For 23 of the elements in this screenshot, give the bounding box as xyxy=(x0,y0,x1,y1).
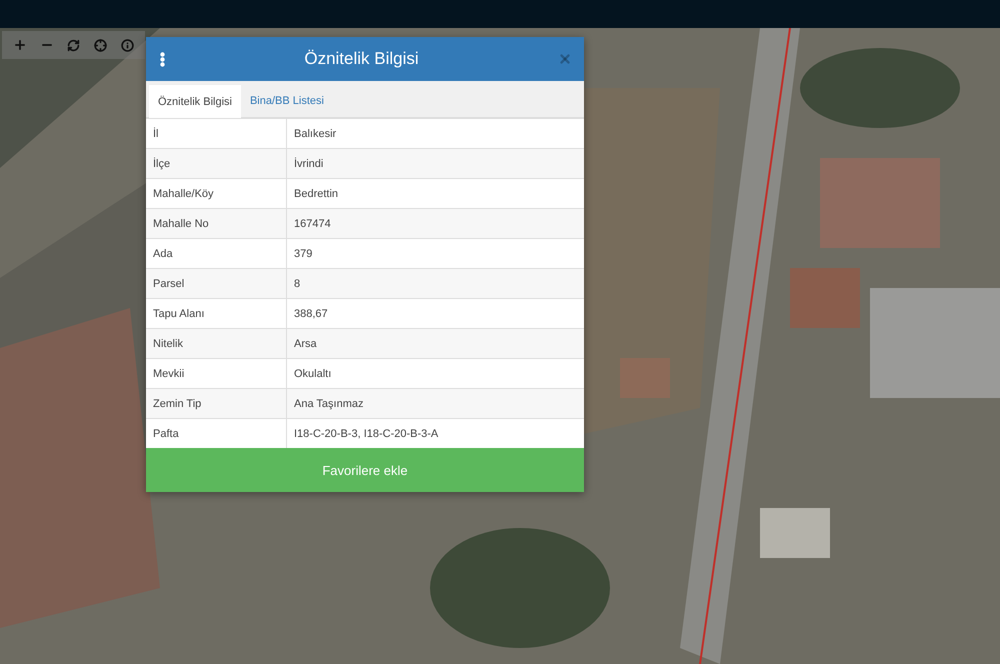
dialog-title: Öznitelik Bilgisi xyxy=(303,49,420,69)
attribute-value: İvrindi xyxy=(293,156,324,172)
attribute-value: 8 xyxy=(293,276,302,292)
refresh-icon xyxy=(67,38,80,52)
attribute-value: Ana Taşınmaz xyxy=(293,396,365,412)
menu-button[interactable] xyxy=(160,52,165,66)
plus-icon xyxy=(12,38,26,52)
info-icon xyxy=(121,38,134,52)
favorite-button[interactable]: Favorilere ekle xyxy=(146,448,584,492)
attribute-value: 388,67 xyxy=(293,306,329,322)
attribute-value: Balıkesir xyxy=(293,126,338,142)
attribute-value: Bedrettin xyxy=(293,186,340,202)
attribute-value: 167474 xyxy=(293,216,332,232)
menu-icon xyxy=(160,52,165,66)
crosshair-icon xyxy=(94,38,107,52)
attribute-value: 379 xyxy=(293,246,314,262)
tab[interactable]: Öznitelik Bilgisi xyxy=(149,84,241,118)
close-button[interactable] xyxy=(558,52,572,66)
attribute-value: Arsa xyxy=(293,336,318,352)
attribute-value: Okulaltı xyxy=(293,366,332,382)
close-icon xyxy=(558,52,572,66)
attribute-value: I18-C-20-B-3, I18-C-20-B-3-A xyxy=(293,426,440,442)
tab[interactable]: Bina/BB Listesi xyxy=(240,84,333,118)
